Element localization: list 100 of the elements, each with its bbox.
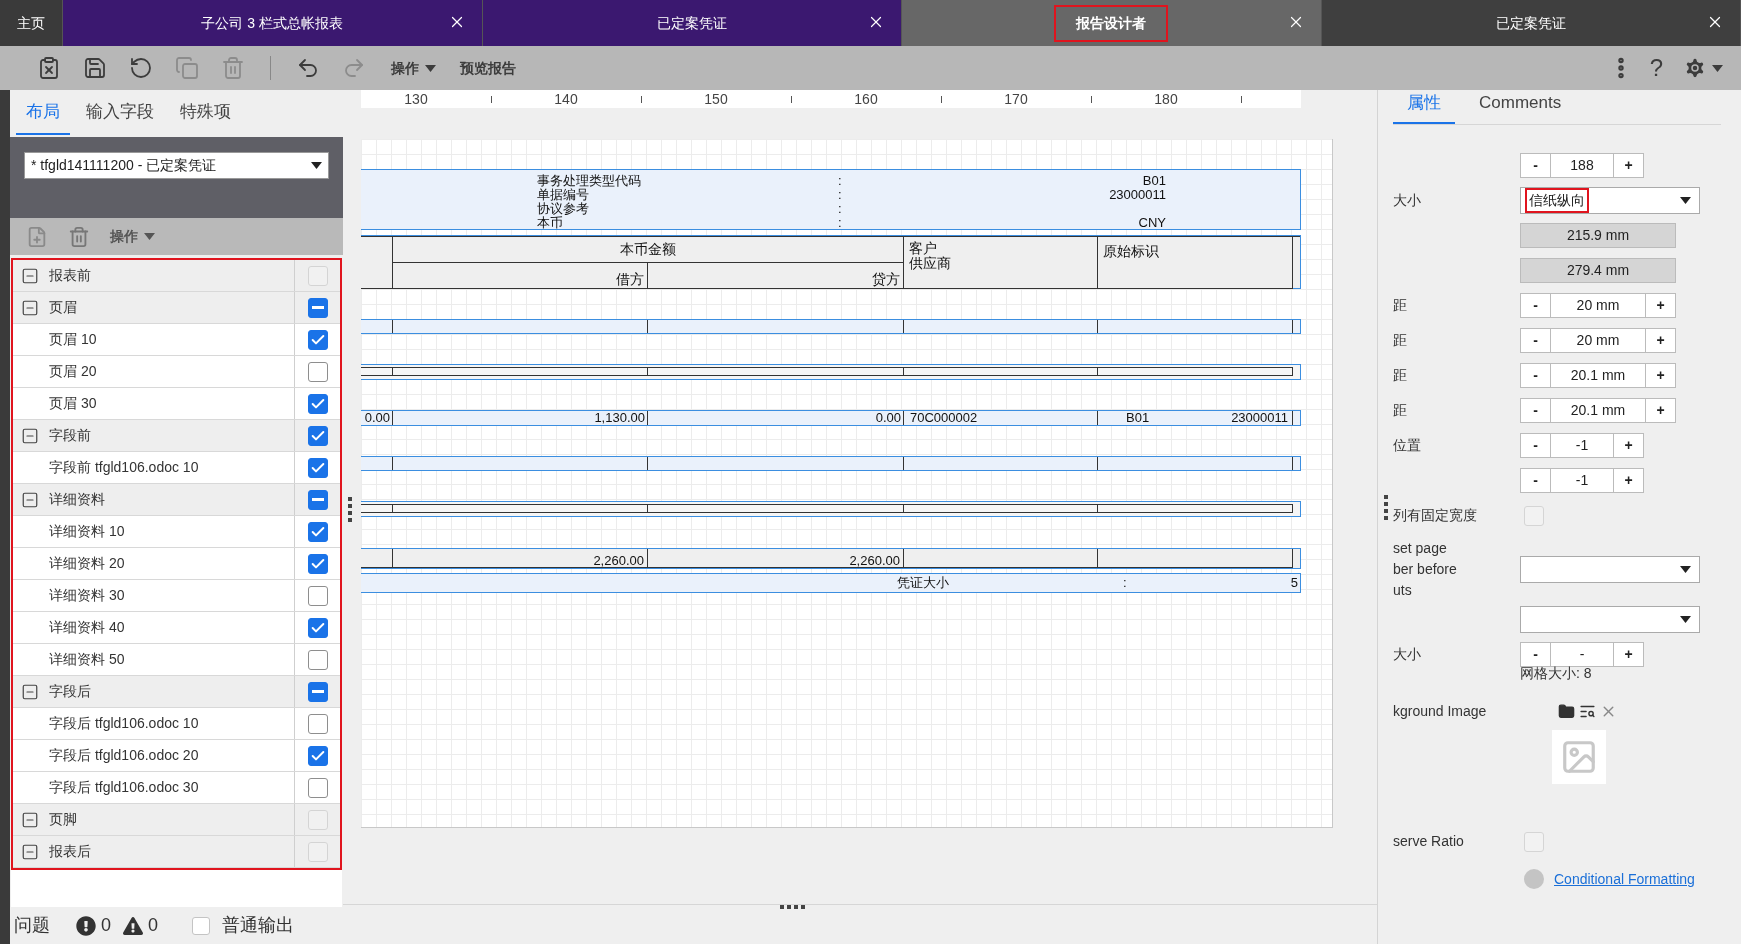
tree-label: 字段后 tfgld106.odoc 30 (49, 778, 199, 797)
checkbox[interactable] (307, 329, 328, 350)
checkbox[interactable] (307, 649, 328, 670)
panel-tab[interactable]: 特殊项 (170, 98, 241, 135)
collapse-icon[interactable] (21, 490, 39, 509)
increment-button[interactable]: + (1645, 363, 1676, 388)
save-icon[interactable] (83, 56, 107, 80)
resize-handle[interactable] (780, 905, 805, 909)
decrement-button[interactable]: - (1520, 398, 1551, 423)
collapse-icon[interactable] (21, 426, 39, 445)
increment-button[interactable]: + (1613, 468, 1644, 493)
panel-tab[interactable]: Comments (1465, 89, 1576, 124)
preview-report-button[interactable]: 预览报告 (460, 57, 516, 79)
panel-tab[interactable]: 输入字段 (76, 98, 164, 135)
checkbox[interactable] (307, 681, 328, 702)
number-field[interactable]: 20 mm (1551, 328, 1645, 353)
tab[interactable]: 主页 (0, 0, 63, 46)
help-button[interactable]: ? (1649, 56, 1663, 80)
checkbox[interactable] (307, 393, 328, 414)
checkbox[interactable] (307, 297, 328, 318)
checkbox[interactable] (307, 521, 328, 542)
tree-item[interactable]: 页眉 20 (13, 356, 294, 387)
checkbox[interactable] (307, 713, 328, 734)
tree-item[interactable]: 详细资料 30 (13, 580, 294, 611)
number-field[interactable]: -1 (1551, 468, 1613, 493)
increment-button[interactable]: + (1613, 433, 1644, 458)
tree-item[interactable]: 字段前 tfgld106.odoc 10 (13, 452, 294, 483)
number-field[interactable]: - (1551, 642, 1613, 667)
decrement-button[interactable]: - (1520, 433, 1551, 458)
actions-menu[interactable]: 操作 (110, 226, 155, 247)
checkbox[interactable] (192, 916, 211, 935)
folder-icon[interactable] (1558, 702, 1575, 720)
select-field[interactable] (1520, 555, 1700, 583)
panel-tab[interactable]: 属性 (1393, 89, 1455, 124)
settings-menu[interactable] (1683, 56, 1723, 80)
collapse-icon[interactable] (21, 298, 39, 317)
number-field[interactable]: 20 mm (1551, 293, 1645, 318)
field-value: 5 (1289, 574, 1299, 593)
increment-button[interactable]: + (1613, 153, 1644, 178)
checkbox[interactable] (307, 457, 328, 478)
gear-icon (1683, 56, 1707, 80)
tab[interactable]: 报告设计者 (902, 0, 1322, 46)
increment-button[interactable]: + (1645, 293, 1676, 318)
select-field[interactable] (1520, 606, 1700, 633)
checkbox[interactable] (307, 489, 328, 510)
ruler-label: 150 (703, 90, 729, 108)
number-field[interactable]: 20.1 mm (1551, 398, 1645, 423)
tree-item[interactable]: 详细资料 50 (13, 644, 294, 675)
splitter-handle[interactable] (1384, 495, 1388, 520)
tree-item[interactable]: 页眉 10 (13, 324, 294, 355)
conditional-formatting-link[interactable]: Conditional Formatting (1554, 868, 1695, 890)
trash-icon[interactable] (68, 225, 90, 248)
tree-item[interactable]: 详细资料 40 (13, 612, 294, 643)
tree-item[interactable]: 字段后 tfgld106.odoc 30 (13, 772, 294, 803)
checkbox[interactable] (307, 425, 328, 446)
increment-button[interactable]: + (1645, 398, 1676, 423)
number-field[interactable]: 20.1 mm (1551, 363, 1645, 388)
refresh-icon[interactable] (129, 56, 153, 80)
tree-item[interactable]: 页眉 30 (13, 388, 294, 419)
decrement-button[interactable]: - (1520, 153, 1551, 178)
property-label: kground Image (1393, 701, 1488, 721)
field-label: 协议参考 (537, 201, 590, 215)
grid-size-note: 网格大小: 8 (1520, 664, 1592, 683)
undo-icon[interactable] (296, 56, 320, 80)
splitter-handle[interactable] (348, 497, 352, 522)
tab-label: 主页 (16, 13, 46, 33)
table-cell: 0.00 (361, 411, 393, 425)
checkbox[interactable] (307, 777, 328, 798)
tree-item[interactable]: 详细资料 10 (13, 516, 294, 547)
decrement-button[interactable]: - (1520, 642, 1551, 667)
tab[interactable]: 已定案凭证 (1321, 0, 1741, 46)
tab[interactable]: 已定案凭证 (482, 0, 902, 46)
checkbox[interactable] (307, 585, 328, 606)
panel-tab[interactable]: 布局 (16, 98, 70, 135)
increment-button[interactable]: + (1645, 328, 1676, 353)
actions-menu[interactable]: 操作 (391, 57, 436, 79)
checkbox[interactable] (307, 553, 328, 574)
warning-count: 0 (148, 914, 159, 937)
tree-item[interactable]: 详细资料 20 (13, 548, 294, 579)
number-field[interactable]: -1 (1551, 433, 1613, 458)
decrement-button[interactable]: - (1520, 293, 1551, 318)
decrement-button[interactable]: - (1520, 468, 1551, 493)
decrement-button[interactable]: - (1520, 363, 1551, 388)
tree-label: 页眉 (49, 298, 77, 317)
collapse-icon[interactable] (21, 682, 39, 701)
clipboard-x-icon[interactable] (37, 56, 61, 80)
table-cell: B01 (1126, 411, 1150, 425)
warning-icon (123, 915, 143, 936)
select-field[interactable]: 信纸纵向 (1520, 187, 1700, 214)
checkbox[interactable] (307, 361, 328, 382)
decrement-button[interactable]: - (1520, 328, 1551, 353)
report-select[interactable]: * tfgld141111200 - 已定案凭证 (24, 152, 329, 179)
increment-button[interactable]: + (1613, 642, 1644, 667)
number-field[interactable]: 188 (1551, 153, 1613, 178)
checkbox[interactable] (307, 745, 328, 766)
tree-item[interactable]: 字段后 tfgld106.odoc 20 (13, 740, 294, 771)
checkbox[interactable] (307, 617, 328, 638)
tab[interactable]: 子公司 3 栏式总帐报表 (63, 0, 483, 46)
tree-label: 详细资料 40 (49, 618, 125, 637)
tree-item[interactable]: 字段后 tfgld106.odoc 10 (13, 708, 294, 739)
